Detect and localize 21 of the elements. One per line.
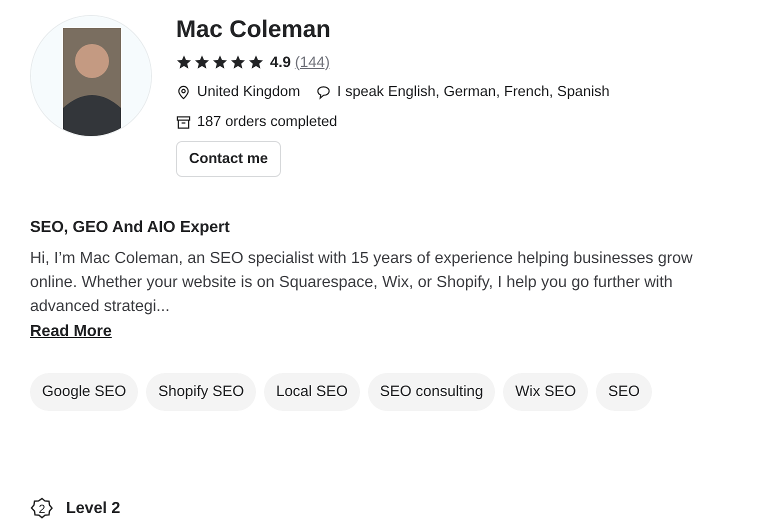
skill-tag[interactable]: Google SEO	[30, 373, 138, 411]
skill-tag[interactable]: Wix SEO	[503, 373, 588, 411]
skill-tag[interactable]: Local SEO	[264, 373, 360, 411]
skill-tag[interactable]: SEO	[596, 373, 652, 411]
seller-name: Mac Coleman	[176, 15, 332, 45]
skill-tag[interactable]: Shopify SEO	[146, 373, 256, 411]
languages-text: I speak English, German, French, Spanish	[337, 84, 610, 100]
rating-value: 4.9	[270, 54, 291, 70]
description-text: Hi, I’m Mac Coleman, an SEO specialist with 15 years of experience helping businesses grow online. Whether your website is on Squarespace, Wix, or Shopify, I help you go further with advanced strategi...	[30, 249, 694, 317]
contact-button[interactable]: Contact me	[176, 141, 281, 177]
speech-bubble-icon	[316, 84, 332, 100]
level-badge-icon: 2	[30, 497, 54, 521]
level-label: Level 2	[66, 500, 120, 518]
location-pin-icon	[176, 84, 191, 100]
skill-tag[interactable]: SEO consulting	[368, 373, 496, 411]
gig-title: SEO, GEO And AIO Expert	[30, 219, 231, 237]
review-count-link[interactable]: (144)	[294, 54, 330, 70]
location-text: United Kingdom	[197, 84, 300, 100]
orders-completed-text: 187 orders completed	[197, 114, 338, 130]
read-more-link[interactable]: Read More	[30, 323, 112, 341]
archive-box-icon	[176, 114, 191, 130]
